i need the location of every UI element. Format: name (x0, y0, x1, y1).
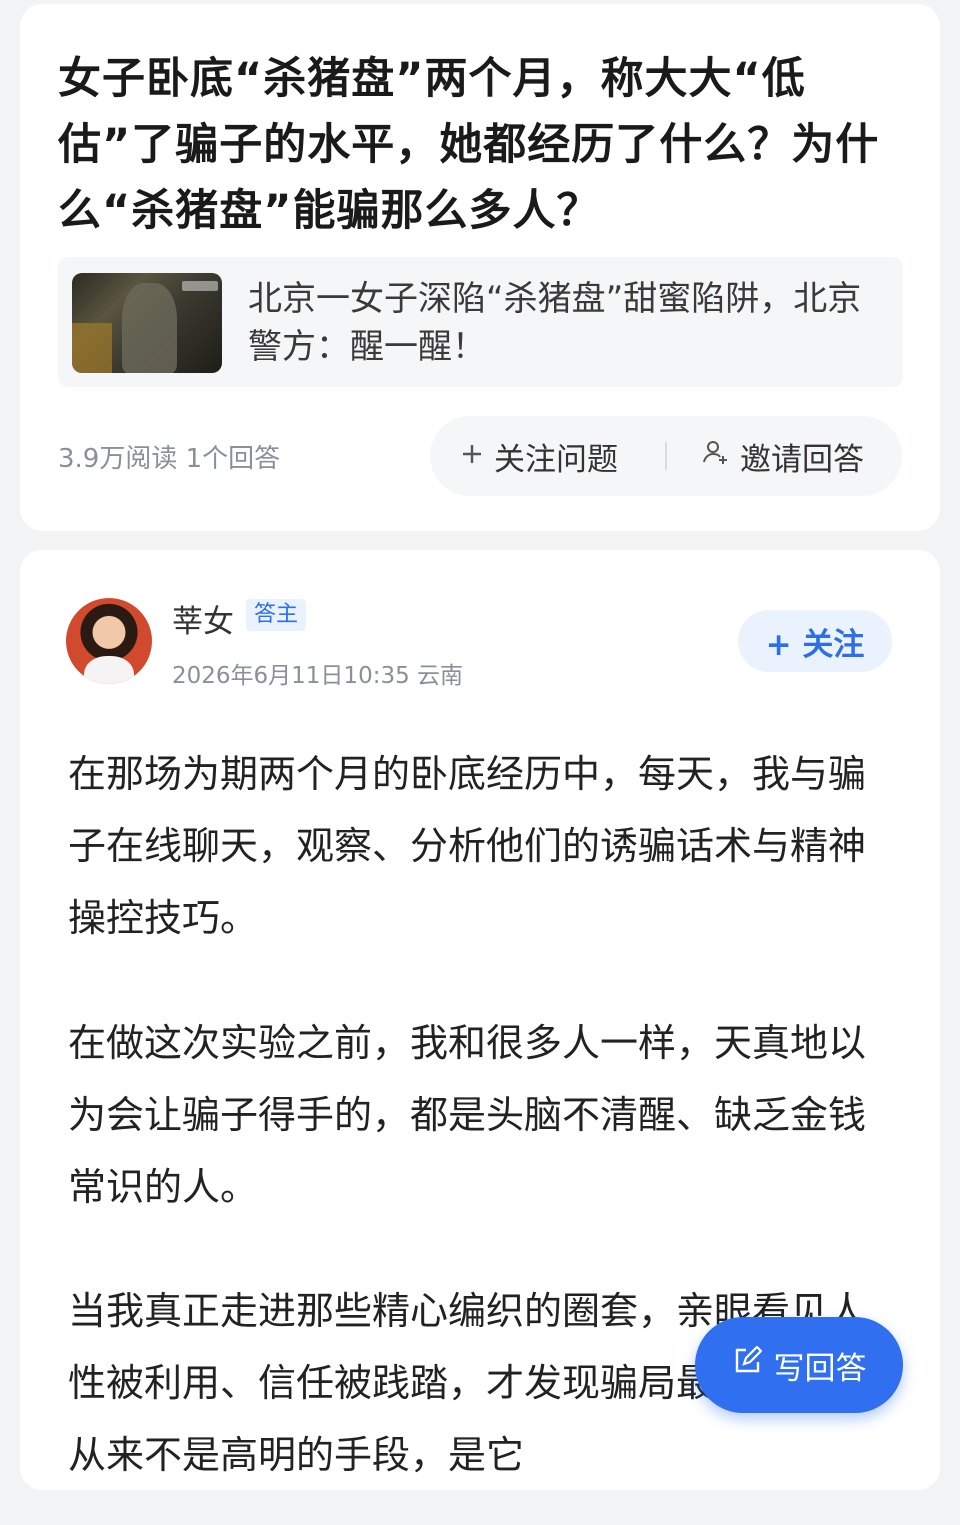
author-name[interactable]: 莘女 (172, 596, 234, 641)
question-title[interactable]: 女子卧底“杀猪盘”两个月，称大大“低估”了骗子的水平，她都经历了什么？为什么“杀… (58, 46, 908, 244)
invite-answer-label: 邀请回答 (740, 441, 864, 478)
news-headline: 北京一女子深陷“杀猪盘”甜蜜陷阱，北京警方：醒一醒！ (248, 279, 862, 367)
question-stats: 3.9万阅读 1个回答 (58, 444, 281, 474)
related-news-card[interactable]: 北京一女子深陷“杀猪盘”甜蜜陷阱，北京警方：醒一醒！ (58, 257, 903, 387)
answer-paragraph: 在做这次实验之前，我和很多人一样，天真地以为会让骗子得手的，都是头脑不清醒、缺乏… (68, 1021, 867, 1209)
write-answer-button[interactable]: 写回答 (695, 1317, 903, 1413)
avatar[interactable] (66, 598, 152, 684)
plus-icon (460, 438, 484, 474)
answer-meta: 2026年6月11日10:35 云南 (172, 663, 464, 689)
answerer-badge: 答主 (246, 599, 307, 631)
write-answer-label: 写回答 (773, 1350, 867, 1387)
question-actions: 关注问题 邀请回答 (430, 416, 902, 496)
person-plus-icon (702, 438, 730, 474)
news-thumbnail (72, 273, 222, 373)
answer-paragraph: 在那场为期两个月的卧底经历中，每天，我与骗子在线聊天，观察、分析他们的诱骗话术与… (68, 752, 867, 940)
follow-author-button[interactable]: + 关注 (738, 610, 892, 672)
follow-question-button[interactable]: 关注问题 (460, 416, 618, 496)
question-card: 女子卧底“杀猪盘”两个月，称大大“低估”了骗子的水平，她都经历了什么？为什么“杀… (20, 4, 940, 531)
divider (665, 442, 667, 470)
invite-answer-button[interactable]: 邀请回答 (702, 416, 864, 496)
edit-icon (732, 1345, 763, 1384)
follow-question-label: 关注问题 (494, 441, 618, 478)
